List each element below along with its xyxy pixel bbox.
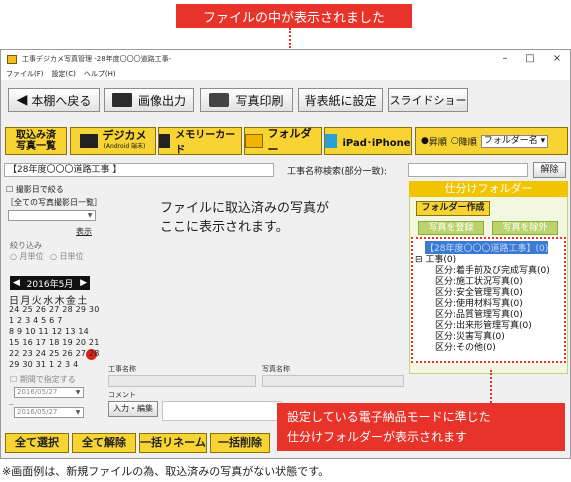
back-arrow-icon: ◀ <box>16 92 28 108</box>
date-from-field[interactable]: 2016/05/27 ▼ <box>14 387 84 398</box>
chevron-down-icon: ▼ <box>87 212 93 219</box>
photo-print-button[interactable]: 写真印刷 <box>200 88 293 112</box>
prev-month-icon[interactable]: ◀ <box>13 278 20 288</box>
minimize-button[interactable]: – <box>496 52 514 66</box>
batch-delete-button[interactable]: 一括削除 <box>210 433 270 453</box>
close-button[interactable]: × <box>548 52 566 66</box>
edit-comment-button[interactable]: 入力・編集 <box>108 401 158 417</box>
app-icon <box>7 54 17 64</box>
search-input[interactable] <box>408 163 528 177</box>
sort-asc-radio[interactable]: ● <box>421 136 429 146</box>
tree-category-node[interactable]: 区分:その他(0) <box>435 340 496 353</box>
window-title: 工事デジカメ写真管理 -28年度〇〇〇道路工事- <box>22 55 172 63</box>
callout-folder-explanation: 設定している電子納品モードに準じた 仕分けフォルダーが表示されます <box>277 403 565 451</box>
folder-import-button[interactable]: フォルダー <box>244 127 322 156</box>
back-to-shelf-button[interactable]: ◀ 本棚へ戻る <box>8 88 100 112</box>
unit-month-radio[interactable]: ○ 月単位 <box>10 251 44 262</box>
calendar-week[interactable]: 1 2 3 4 5 6 7 <box>9 316 63 325</box>
unit-day-radio[interactable]: ○ 日単位 <box>50 251 84 262</box>
tablet-icon <box>325 134 338 148</box>
camera-icon <box>79 134 98 148</box>
sort-desc-radio[interactable]: ○ <box>451 136 459 146</box>
folder-tree: 【28年度〇〇〇道路工事】(0) ⊟ 工事(0) 区分:着手前及び完成写真(0)… <box>411 237 566 363</box>
menu-help[interactable]: ヘルプ(H) <box>84 69 116 79</box>
remove-photo-button[interactable]: 写真を除外 <box>492 221 558 235</box>
calendar-week[interactable]: 24 25 26 27 28 29 30 <box>9 305 100 314</box>
date-select[interactable]: ▼ <box>8 210 96 221</box>
chevron-down-icon: ▼ <box>75 389 81 396</box>
callout-connector <box>289 28 291 48</box>
date-filter-checkbox[interactable]: ☐ 撮影日で絞る <box>6 184 64 195</box>
menu-settings[interactable]: 設定(C) <box>52 69 76 79</box>
ipad-iphone-import-button[interactable]: iPad･iPhone <box>324 127 412 155</box>
work-name-label: 工事名称 <box>108 365 136 373</box>
folder-icon <box>245 134 263 148</box>
photo-name-field <box>262 375 404 387</box>
footnote: ※画面例は、新規ファイルの為、取込済みの写真がない状態です。 <box>2 465 330 478</box>
export-icon <box>111 93 132 107</box>
work-name-field <box>108 375 256 387</box>
empty-photo-message: ファイルに取込済みの写真が ここに表示されます。 <box>160 201 330 235</box>
date-to-field[interactable]: 2016/05/27 ▼ <box>14 407 84 418</box>
maximize-button[interactable]: □ <box>521 52 539 66</box>
clear-search-button[interactable]: 解除 <box>533 162 566 178</box>
deselect-all-button[interactable]: 全て解除 <box>72 433 136 453</box>
filter-label: 絞り込み <box>10 241 42 250</box>
callout-connector <box>490 370 492 403</box>
title-bar: 工事デジカメ写真管理 -28年度〇〇〇道路工事- – □ × <box>1 50 570 68</box>
select-all-button[interactable]: 全て選択 <box>5 433 69 453</box>
register-photo-button[interactable]: 写真を登録 <box>418 221 484 235</box>
comment-label: コメント <box>108 391 136 399</box>
date-filter-pane: ☐ 撮影日で絞る ［全ての写真撮影日一覧］ ▼ 表示 絞り込み ○ 月単位 ○ … <box>4 180 102 422</box>
memory-card-icon <box>159 134 171 148</box>
batch-rename-button[interactable]: 一括リネーム <box>139 433 207 453</box>
sort-key-select[interactable]: フォルダー名 ▾ <box>480 134 549 148</box>
calendar-week[interactable]: 15 16 17 18 19 20 21 <box>9 338 100 347</box>
set-spine-button[interactable]: 背表紙に設定 <box>298 88 383 112</box>
comment-field <box>162 401 282 421</box>
sort-options: ● 昇順 ○ 降順 フォルダー名 ▾ <box>415 127 568 155</box>
path-bar: 【28年度〇〇〇道路工事 】 工事名称検索(部分一致): 解除 <box>4 162 566 178</box>
calendar-week[interactable]: 22 23 24 25 26 27 28 <box>9 349 100 358</box>
slideshow-button[interactable]: スライドショー <box>388 88 468 112</box>
callout-top: ファイルの中が表示されました <box>176 4 412 28</box>
calendar-week[interactable]: 29 30 31 1 2 3 4 <box>9 360 78 369</box>
photo-name-label: 写真名称 <box>262 365 290 373</box>
show-dates-button[interactable]: 表示 <box>76 226 92 237</box>
calendar-header: ◀ 2016年5月 ▶ <box>10 276 90 290</box>
date-list-label: ［全ての写真撮影日一覧］ <box>6 198 102 207</box>
calendar-week[interactable]: 8 9 10 11 12 13 14 <box>9 327 89 336</box>
memory-card-import-button[interactable]: メモリーカード <box>158 127 242 156</box>
menu-file[interactable]: ファイル(F) <box>6 69 44 79</box>
sort-folder-header: 仕分けフォルダー <box>409 181 568 197</box>
chevron-down-icon: ▼ <box>75 409 81 416</box>
search-label: 工事名称検索(部分一致): <box>287 167 388 177</box>
image-output-button[interactable]: 画像出力 <box>104 88 194 112</box>
imported-photo-list-button[interactable]: 取込み済 写真一覧 <box>5 127 67 155</box>
next-month-icon[interactable]: ▶ <box>80 278 87 288</box>
period-checkbox[interactable]: ☐ 期間で指定する <box>10 374 76 385</box>
create-folder-button[interactable]: フォルダー作成 <box>416 201 490 216</box>
printer-icon <box>209 93 230 107</box>
menu-bar: ファイル(F) 設定(C) ヘルプ(H) <box>1 68 570 80</box>
digicam-import-button[interactable]: デジカメ (Android 端末) <box>70 127 156 155</box>
project-name: 【28年度〇〇〇道路工事 】 <box>4 163 274 177</box>
